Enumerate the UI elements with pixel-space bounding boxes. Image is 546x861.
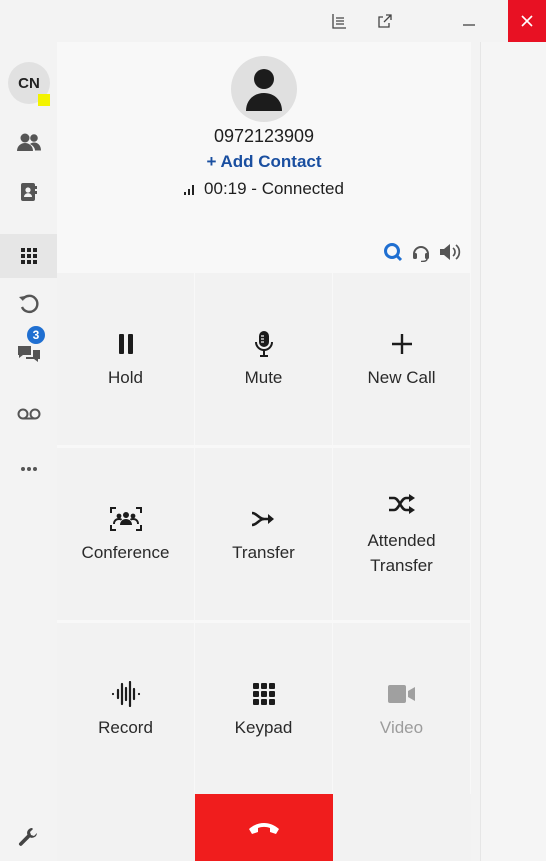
history-icon [18, 294, 38, 314]
call-status-text: 00:19 - Connected [204, 179, 344, 198]
microphone-icon [254, 331, 273, 357]
sidebar: CN 3 [0, 42, 57, 861]
plus-icon [391, 334, 412, 354]
sidebar-item-contacts[interactable] [0, 120, 57, 164]
transfer-icon [251, 511, 274, 527]
hold-button[interactable]: Hold [57, 273, 194, 445]
sidebar-item-chat[interactable] [0, 332, 57, 376]
transfer-label: Transfer [232, 543, 295, 562]
waveform-icon [111, 681, 140, 707]
keypad-icon [252, 683, 275, 705]
bottom-right-empty [333, 794, 471, 861]
headset-icon[interactable] [411, 242, 431, 267]
wrench-icon [18, 828, 37, 846]
keypad-button[interactable]: Keypad [195, 623, 332, 795]
add-contact-link[interactable]: + Add Contact [57, 152, 471, 172]
side-panel [480, 42, 546, 861]
title-bar [0, 0, 546, 42]
search-icon[interactable] [383, 242, 403, 267]
popout-icon[interactable] [362, 0, 408, 42]
chat-icon [17, 346, 40, 362]
new-call-button[interactable]: New Call [333, 273, 470, 445]
attended-transfer-label: Attended Transfer [367, 530, 436, 576]
hold-label: Hold [108, 368, 143, 387]
list-icon[interactable] [316, 0, 362, 42]
video-icon [387, 685, 415, 703]
people-icon [16, 133, 41, 151]
voicemail-icon [17, 408, 40, 420]
contact-card-icon [20, 183, 37, 201]
call-actions-grid: Hold Mute New Call Conference Transfer A… [57, 273, 471, 795]
sidebar-item-history[interactable] [0, 282, 57, 326]
record-button[interactable]: Record [57, 623, 194, 795]
conference-label: Conference [81, 543, 170, 562]
conference-button[interactable]: Conference [57, 448, 194, 620]
more-icon [20, 467, 37, 471]
pause-icon [118, 334, 133, 354]
attended-transfer-button[interactable]: Attended Transfer [333, 448, 470, 620]
sidebar-item-dialpad[interactable] [0, 234, 57, 278]
record-label: Record [98, 718, 153, 737]
attended-transfer-icon [388, 493, 415, 514]
close-icon[interactable] [508, 0, 546, 42]
call-status: 00:19 - Connected [57, 179, 471, 199]
call-panel: 0972123909 + Add Contact 00:19 - Connect… [57, 42, 471, 861]
sidebar-item-voicemail[interactable] [0, 392, 57, 436]
presence-indicator [38, 94, 50, 106]
mute-button[interactable]: Mute [195, 273, 332, 445]
call-toolbar [383, 242, 461, 267]
video-label: Video [379, 718, 424, 737]
sidebar-item-address-book[interactable] [0, 170, 57, 214]
new-call-label: New Call [367, 368, 436, 387]
keypad-label: Keypad [234, 718, 293, 737]
conference-icon [109, 507, 142, 531]
bottom-left-empty [57, 794, 195, 861]
minimize-icon[interactable] [446, 0, 492, 42]
dialpad-icon [20, 248, 37, 264]
transfer-button[interactable]: Transfer [195, 448, 332, 620]
hangup-button[interactable] [195, 794, 333, 861]
mute-label: Mute [244, 368, 283, 387]
call-bottom-bar [57, 794, 471, 861]
contact-avatar [231, 56, 297, 122]
video-button[interactable]: Video [333, 623, 470, 795]
avatar-initials: CN [18, 74, 40, 92]
hangup-icon [249, 822, 279, 834]
person-icon [246, 69, 282, 111]
settings-button[interactable] [8, 817, 48, 857]
phone-number: 0972123909 [213, 126, 315, 146]
speaker-icon[interactable] [439, 243, 461, 266]
sidebar-item-more[interactable] [0, 447, 57, 491]
signal-icon [184, 183, 195, 195]
